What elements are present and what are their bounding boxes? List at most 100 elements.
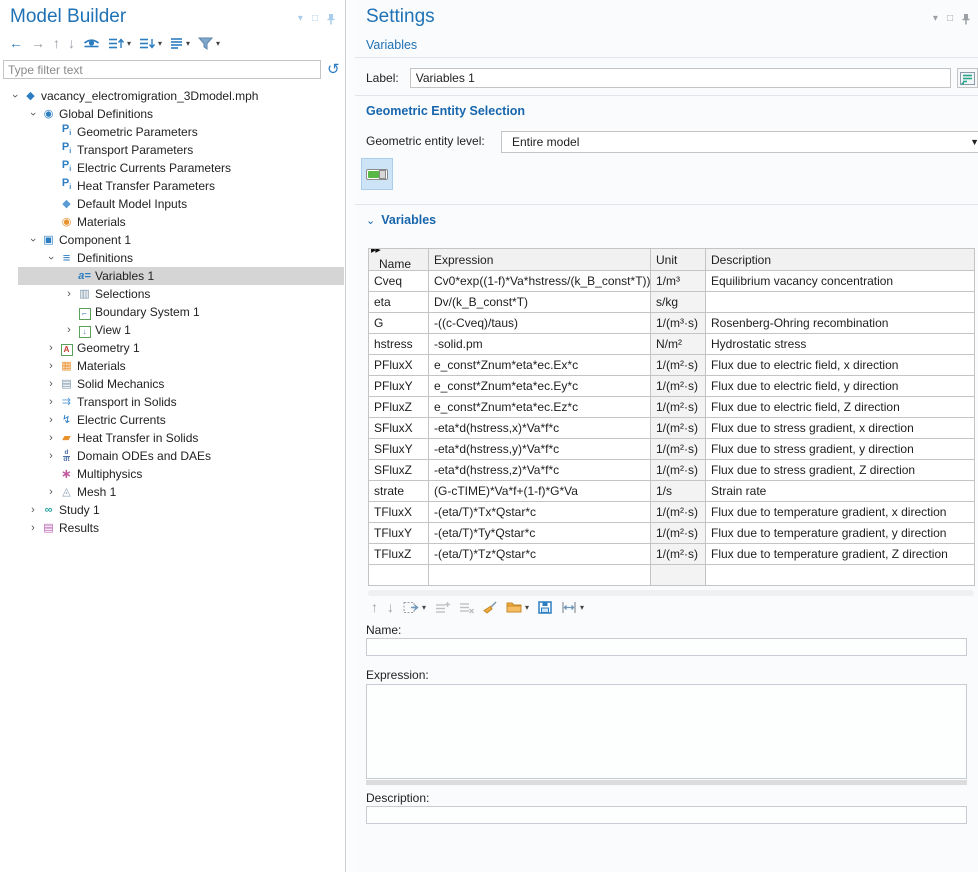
- chevron-down-icon[interactable]: ▾: [422, 603, 426, 612]
- description-cell[interactable]: Flux due to electric field, y direction: [706, 376, 975, 397]
- tree-arrow-icon[interactable]: ›: [44, 378, 58, 390]
- variables-section-heading[interactable]: ⌄Variables: [366, 213, 436, 227]
- node-text-icon[interactable]: ▾: [167, 35, 193, 52]
- description-cell[interactable]: Flux due to temperature gradient, Z dire…: [706, 544, 975, 565]
- tree-item-selections[interactable]: ›▥Selections: [0, 285, 344, 303]
- unit-cell[interactable]: s/kg: [651, 292, 706, 313]
- expression-cell[interactable]: e_const*Znum*eta*ec.Ex*c: [429, 355, 651, 376]
- name-cell[interactable]: G: [369, 313, 429, 334]
- name-cell[interactable]: TFluxZ: [369, 544, 429, 565]
- load-file-icon[interactable]: ▾: [503, 599, 532, 615]
- name-cell[interactable]: eta: [369, 292, 429, 313]
- move-down-icon[interactable]: ↓: [384, 598, 397, 616]
- tree-item-transport-parameters[interactable]: PiTransport Parameters: [0, 141, 344, 159]
- expression-cell[interactable]: e_const*Znum*eta*ec.Ey*c: [429, 376, 651, 397]
- tree-arrow-icon[interactable]: ›: [44, 432, 58, 444]
- tree-item-heat-transfer-in-solids[interactable]: ›▰Heat Transfer in Solids: [0, 429, 344, 447]
- tree-item-default-model-inputs[interactable]: ◆Default Model Inputs: [0, 195, 344, 213]
- tree-item-electric-currents-parameters[interactable]: PiElectric Currents Parameters: [0, 159, 344, 177]
- tree-arrow-icon[interactable]: ›: [26, 234, 40, 246]
- description-cell[interactable]: Flux due to stress gradient, Z direction: [706, 460, 975, 481]
- unit-cell[interactable]: 1/(m²·s): [651, 355, 706, 376]
- unit-cell[interactable]: N/m²: [651, 334, 706, 355]
- unit-cell[interactable]: 1/(m²·s): [651, 502, 706, 523]
- tree-item-vacancy-electromigration-3dmodel-mph[interactable]: ›◆vacancy_electromigration_3Dmodel.mph: [0, 87, 344, 105]
- tree-arrow-icon[interactable]: ›: [26, 522, 40, 534]
- tree-item-solid-mechanics[interactable]: ›▤Solid Mechanics: [0, 375, 344, 393]
- promote-rows-icon[interactable]: ▶▶: [371, 249, 380, 254]
- tree-item-view-1[interactable]: ›↓View 1: [0, 321, 344, 339]
- pin-icon[interactable]: [962, 13, 970, 25]
- name-cell[interactable]: PFluxX: [369, 355, 429, 376]
- unit-cell[interactable]: 1/(m²·s): [651, 439, 706, 460]
- chevron-down-icon[interactable]: ▾: [580, 603, 584, 612]
- expression-cell[interactable]: Dv/(k_B_const*T): [429, 292, 651, 313]
- description-cell[interactable]: Equilibrium vacancy concentration: [706, 271, 975, 292]
- tree-item-study-1[interactable]: ›∞Study 1: [0, 501, 344, 519]
- tree-item-multiphysics[interactable]: ∗Multiphysics: [0, 465, 344, 483]
- tree-item-materials[interactable]: ›▦Materials: [0, 357, 344, 375]
- column-header-description[interactable]: Description: [706, 249, 975, 271]
- description-cell[interactable]: Flux due to stress gradient, x direction: [706, 418, 975, 439]
- collapse-all-icon[interactable]: ▾: [136, 35, 165, 52]
- tree-item-boundary-system-1[interactable]: ⌐Boundary System 1: [0, 303, 344, 321]
- name-cell[interactable]: PFluxY: [369, 376, 429, 397]
- tree-item-mesh-1[interactable]: ›◬Mesh 1: [0, 483, 344, 501]
- name-cell[interactable]: Cveq: [369, 271, 429, 292]
- description-cell[interactable]: [706, 565, 975, 586]
- tree-item-results[interactable]: ›▤Results: [0, 519, 344, 537]
- move-up-icon[interactable]: ↑: [368, 598, 381, 616]
- expression-cell[interactable]: -eta*d(hstress,x)*Va*f*c: [429, 418, 651, 439]
- filter-icon[interactable]: ▾: [195, 35, 223, 52]
- expression-resize-handle[interactable]: [366, 780, 967, 785]
- name-cell[interactable]: hstress: [369, 334, 429, 355]
- name-cell[interactable]: SFluxZ: [369, 460, 429, 481]
- unit-cell[interactable]: 1/(m²·s): [651, 523, 706, 544]
- description-cell[interactable]: Flux due to temperature gradient, y dire…: [706, 523, 975, 544]
- description-cell[interactable]: Strain rate: [706, 481, 975, 502]
- column-header-name[interactable]: ▶▶▼Name: [369, 249, 429, 271]
- chevron-down-icon[interactable]: ▾: [216, 39, 220, 48]
- table-range-icon[interactable]: ▾: [400, 599, 429, 616]
- description-cell[interactable]: Flux due to stress gradient, y direction: [706, 439, 975, 460]
- float-icon[interactable]: □: [312, 14, 318, 24]
- move-up-icon[interactable]: ↑: [50, 34, 63, 52]
- description-cell[interactable]: Flux due to electric field, Z direction: [706, 397, 975, 418]
- expression-cell[interactable]: (G-cTIME)*Va*f+(1-f)*G*Va: [429, 481, 651, 502]
- unit-cell[interactable]: 1/(m²·s): [651, 460, 706, 481]
- forward-icon[interactable]: →: [28, 34, 48, 52]
- expression-cell[interactable]: [429, 565, 651, 586]
- pin-icon[interactable]: [327, 13, 335, 25]
- save-file-icon[interactable]: [535, 599, 555, 616]
- expression-cell[interactable]: -eta*d(hstress,z)*Va*f*c: [429, 460, 651, 481]
- tree-arrow-icon[interactable]: ›: [44, 360, 58, 372]
- back-icon[interactable]: ←: [6, 34, 26, 52]
- tree-item-global-definitions[interactable]: ›◉Global Definitions: [0, 105, 344, 123]
- unit-cell[interactable]: 1/(m³·s): [651, 313, 706, 334]
- tree-item-geometric-parameters[interactable]: PiGeometric Parameters: [0, 123, 344, 141]
- tree-arrow-icon[interactable]: ›: [62, 324, 76, 336]
- chevron-down-icon[interactable]: ▾: [158, 39, 162, 48]
- expression-cell[interactable]: -(eta/T)*Tz*Qstar*c: [429, 544, 651, 565]
- expression-cell[interactable]: e_const*Znum*eta*ec.Ez*c: [429, 397, 651, 418]
- panel-splitter[interactable]: [347, 0, 355, 872]
- move-down-icon[interactable]: ↓: [65, 34, 78, 52]
- table-horizontal-scrollbar[interactable]: [368, 590, 974, 596]
- name-cell[interactable]: strate: [369, 481, 429, 502]
- expression-cell[interactable]: -((c-Cveq)/taus): [429, 313, 651, 334]
- tree-filter-input[interactable]: [3, 60, 321, 79]
- column-header-expression[interactable]: Expression: [429, 249, 651, 271]
- description-cell[interactable]: [706, 292, 975, 313]
- unit-cell[interactable]: 1/(m²·s): [651, 397, 706, 418]
- chevron-down-icon[interactable]: ▾: [127, 39, 131, 48]
- dropdown-icon[interactable]: ▾: [933, 14, 938, 24]
- description-cell[interactable]: Hydrostatic stress: [706, 334, 975, 355]
- tree-arrow-icon[interactable]: ›: [62, 288, 76, 300]
- expression-cell[interactable]: -eta*d(hstress,y)*Va*f*c: [429, 439, 651, 460]
- tree-arrow-icon[interactable]: ›: [44, 414, 58, 426]
- unit-cell[interactable]: 1/(m²·s): [651, 544, 706, 565]
- tree-item-component-1[interactable]: ›▣Component 1: [0, 231, 344, 249]
- column-width-icon[interactable]: ▾: [558, 599, 587, 616]
- clear-table-icon[interactable]: [480, 599, 500, 616]
- column-header-unit[interactable]: Unit: [651, 249, 706, 271]
